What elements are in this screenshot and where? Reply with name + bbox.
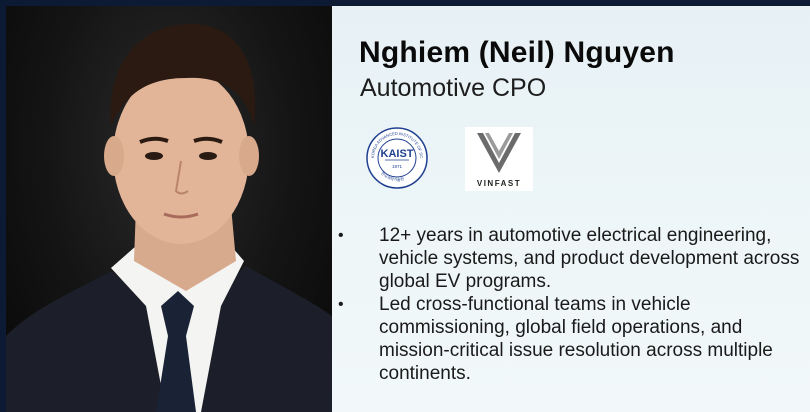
vinfast-wordmark: VINFAST	[476, 179, 522, 188]
bullet-icon: •	[338, 227, 344, 244]
kaist-wordmark: KAIST	[381, 148, 414, 160]
highlight-text: Led cross-functional teams in vehicle co…	[379, 294, 773, 384]
kaist-logo: KOREA ADVANCED INSTITUTE OF SCIENCE AND …	[364, 123, 428, 189]
portrait-illustration	[6, 24, 332, 412]
vinfast-logo: VINFAST	[465, 127, 533, 191]
portrait-photo	[6, 6, 332, 412]
list-item: • 12+ years in automotive electrical eng…	[332, 224, 802, 293]
highlight-text: 12+ years in automotive electrical engin…	[379, 225, 800, 292]
list-item: • Led cross-functional teams in vehicle …	[332, 293, 802, 385]
person-role: Automotive CPO	[360, 74, 547, 102]
profile-panel: Nghiem (Neil) Nguyen Automotive CPO KORE…	[332, 6, 810, 412]
highlights-list: • 12+ years in automotive electrical eng…	[332, 224, 802, 385]
profile-slide: Nghiem (Neil) Nguyen Automotive CPO KORE…	[0, 0, 810, 412]
vinfast-v-icon	[477, 133, 521, 173]
kaist-year: 1971	[392, 164, 403, 169]
bullet-icon: •	[338, 296, 344, 313]
person-name: Nghiem (Neil) Nguyen	[359, 36, 675, 69]
